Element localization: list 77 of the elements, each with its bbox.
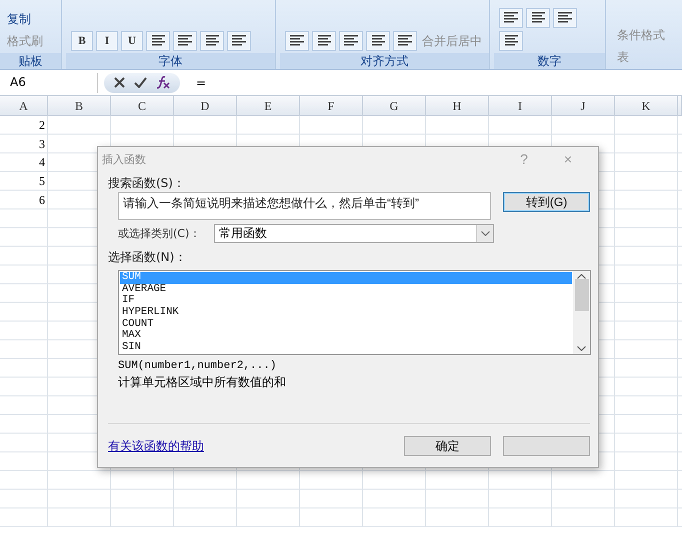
ribbon-command[interactable]: 复制 [5,10,56,29]
chevron-up-icon[interactable] [577,274,586,279]
chevron-down-icon[interactable] [577,346,586,351]
group-label: 贴板 [0,53,61,69]
column-header[interactable]: A [0,96,48,116]
toolbar-button[interactable] [285,31,309,51]
table-cell-text: 6 [38,192,46,209]
format-tool-icon [178,35,192,47]
toolbar-button[interactable] [499,8,523,28]
toolbar-button[interactable] [227,31,251,51]
function-item[interactable]: COUNT [120,318,572,330]
format-tool-icon [344,35,358,47]
category-label: 或选择类别(C)： [118,226,202,241]
toolbar-button[interactable] [526,8,550,28]
toolbar-button[interactable] [146,31,170,51]
name-box[interactable]: A6 [0,72,98,92]
format-tool-icon [151,35,165,47]
chevron-down-icon [480,231,490,236]
toolbar-button[interactable] [200,31,224,51]
toolbar-button[interactable] [393,31,417,51]
table-cell-text: 2 [38,117,46,134]
format-button[interactable]: I [96,31,118,51]
search-field[interactable]: 请输入一条简短说明来描述您想做什么，然后单击“转到” [118,192,492,220]
scrollbar[interactable] [573,271,590,354]
function-item[interactable]: IF [120,295,572,308]
column-header[interactable]: H [426,96,489,116]
search-label: 搜索函数(S)： [108,175,186,192]
function-item[interactable]: SIN [120,342,572,354]
column-header[interactable]: I [489,96,552,116]
format-tool-icon [371,35,385,47]
format-tool-icon [558,12,572,24]
function-item[interactable]: HYPERLINK [120,307,572,319]
check-icon[interactable] [134,77,147,88]
format-tool-icon [504,12,518,24]
group-label: 数字 [494,53,605,69]
scroll-thumb[interactable] [574,279,588,311]
format-tool-icon [205,35,219,47]
column-header[interactable]: E [237,96,300,116]
format-button[interactable]: B [71,31,93,51]
function-item[interactable]: AVERAGE [120,284,572,296]
table-cell-text: 5 [38,173,46,190]
function-icon[interactable] [156,76,170,89]
toolbar-button[interactable] [312,31,336,51]
table-cell-text: 3 [38,136,46,153]
format-tool-icon [232,35,246,47]
formula-text: = [195,76,206,90]
function-item[interactable]: MAX [120,330,572,342]
help-link[interactable]: 有关该函数的帮助 [108,438,392,454]
format-tool-icon [317,35,331,47]
format-tool-icon [290,35,304,47]
column-header[interactable]: J [552,96,615,116]
toolbar-button[interactable] [553,8,577,28]
toolbar-button[interactable] [339,31,363,51]
function-description: 计算单元格区域中所有数值的和 [118,374,287,391]
function-signature: SUM(number1,number2,...) [118,360,278,372]
toolbar-button[interactable] [366,31,390,51]
group-label: 字体 [66,53,275,69]
format-tool-icon [398,35,412,47]
group-label: 对齐方式 [280,53,489,69]
column-header[interactable]: B [48,96,111,116]
column-header[interactable]: C [111,96,174,116]
category-dropdown[interactable]: 常用函数 [214,224,494,243]
column-header[interactable]: F [300,96,363,116]
column-header[interactable]: K [615,96,678,116]
cancel-icon[interactable] [114,77,126,88]
format-button[interactable]: U [121,31,143,51]
toolbar-button[interactable] [499,31,523,51]
format-tool-icon [531,12,545,24]
column-header[interactable]: G [363,96,426,116]
go-button[interactable]: 转到(G) [503,192,590,212]
toolbar-button[interactable] [173,31,197,51]
column-header[interactable]: D [174,96,237,116]
ok-button[interactable]: 确定 [404,436,491,456]
format-tool-icon [504,35,518,47]
dialog-title: 插入函数 [102,152,147,166]
function-list-label: 选择函数(N)： [108,249,188,266]
table-cell-text: 4 [38,154,46,172]
